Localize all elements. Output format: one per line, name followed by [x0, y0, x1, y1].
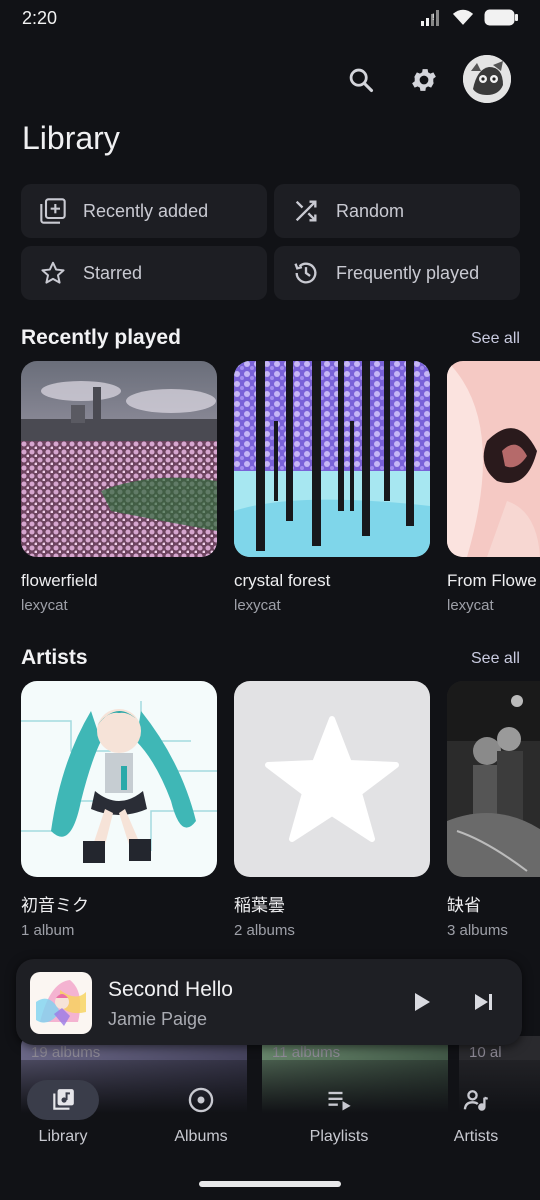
artist-image — [21, 681, 217, 877]
svg-text:!: ! — [432, 12, 435, 22]
album-artist: lexycat — [447, 597, 494, 614]
album-card[interactable]: flowerfield lexycat — [21, 361, 217, 614]
play-icon — [415, 993, 430, 1011]
star-icon — [265, 716, 399, 842]
artist-card[interactable]: 缺省 3 albums — [447, 681, 540, 939]
recently-played-see-all[interactable]: See all — [471, 330, 520, 348]
skip-next-button[interactable] — [468, 986, 500, 1018]
play-button[interactable] — [406, 986, 438, 1018]
nav-playlists[interactable]: Playlists — [289, 1080, 389, 1146]
album-card[interactable]: crystal forest lexycat — [234, 361, 430, 614]
artist-album-count: 11 albums — [272, 1044, 341, 1061]
signal-icon: ! — [421, 9, 439, 26]
album-artist: lexycat — [234, 597, 281, 614]
history-icon — [292, 259, 320, 287]
nav-library[interactable]: Library — [13, 1080, 113, 1146]
playlist-play-icon — [303, 1080, 375, 1120]
gear-icon — [412, 69, 436, 91]
artist-name: 初音ミク — [21, 896, 89, 915]
artist-album-count: 19 albums — [31, 1044, 101, 1061]
profile-avatar[interactable] — [463, 55, 511, 103]
search-button[interactable] — [341, 60, 381, 100]
skip-next-icon — [475, 994, 492, 1010]
artist-icon — [440, 1080, 512, 1120]
frequently-played-button[interactable]: Frequently played — [274, 246, 520, 300]
battery-icon — [484, 9, 518, 26]
artist-card[interactable]: 初音ミク 1 album — [21, 681, 217, 939]
star-outline-icon — [39, 259, 67, 287]
artist-album-count: 3 albums — [447, 922, 508, 939]
album-art — [21, 361, 217, 557]
nav-albums-label: Albums — [174, 1128, 228, 1145]
artist-album-count: 10 al — [469, 1044, 502, 1061]
artists-see-all[interactable]: See all — [471, 650, 520, 668]
artists-title: Artists — [21, 646, 88, 669]
frequently-played-label: Frequently played — [336, 262, 480, 283]
status-icons: ! — [420, 9, 518, 26]
search-icon — [349, 68, 374, 93]
album-art — [447, 361, 540, 557]
album-title: flowerfield — [21, 571, 98, 590]
artist-album-count: 2 albums — [234, 922, 295, 939]
artist-name: 稲葉曇 — [234, 896, 285, 915]
album-card[interactable]: From Flowe lexycat — [447, 361, 540, 614]
now-playing-title: Second Hello — [108, 978, 233, 1001]
recently-played-title: Recently played — [21, 326, 181, 349]
recently-added-button[interactable]: Recently added — [21, 184, 267, 238]
library-add-icon — [39, 197, 67, 225]
home-indicator — [199, 1181, 341, 1187]
nav-artists-label: Artists — [453, 1128, 499, 1145]
starred-button[interactable]: Starred — [21, 246, 267, 300]
nav-albums[interactable]: Albums — [151, 1080, 251, 1146]
now-playing-artist: Jamie Paige — [108, 1009, 208, 1029]
starred-label: Starred — [83, 262, 143, 283]
album-art — [234, 361, 430, 557]
artist-card[interactable]: 稲葉曇 2 albums — [234, 681, 430, 939]
now-playing-art — [30, 972, 92, 1034]
album-title: crystal forest — [234, 571, 331, 590]
artist-placeholder — [234, 681, 430, 877]
settings-button[interactable] — [404, 60, 444, 100]
artist-album-count: 1 album — [21, 922, 75, 939]
nav-playlists-label: Playlists — [309, 1128, 369, 1145]
wifi-icon — [452, 9, 474, 25]
artist-name: 缺省 — [447, 896, 481, 915]
album-artist: lexycat — [21, 597, 68, 614]
status-time: 2:20 — [22, 8, 58, 28]
nav-library-label: Library — [38, 1128, 88, 1145]
page-title: Library — [22, 120, 120, 156]
nav-artists[interactable]: Artists — [426, 1080, 526, 1146]
random-label: Random — [336, 200, 405, 221]
recently-added-label: Recently added — [83, 200, 209, 221]
random-button[interactable]: Random — [274, 184, 520, 238]
album-icon — [165, 1080, 237, 1120]
library-music-icon — [27, 1080, 99, 1120]
now-playing-bar[interactable]: Second Hello Jamie Paige — [16, 959, 522, 1045]
album-title: From Flowe — [447, 571, 537, 590]
artist-image — [447, 681, 540, 877]
shuffle-icon — [292, 197, 320, 225]
